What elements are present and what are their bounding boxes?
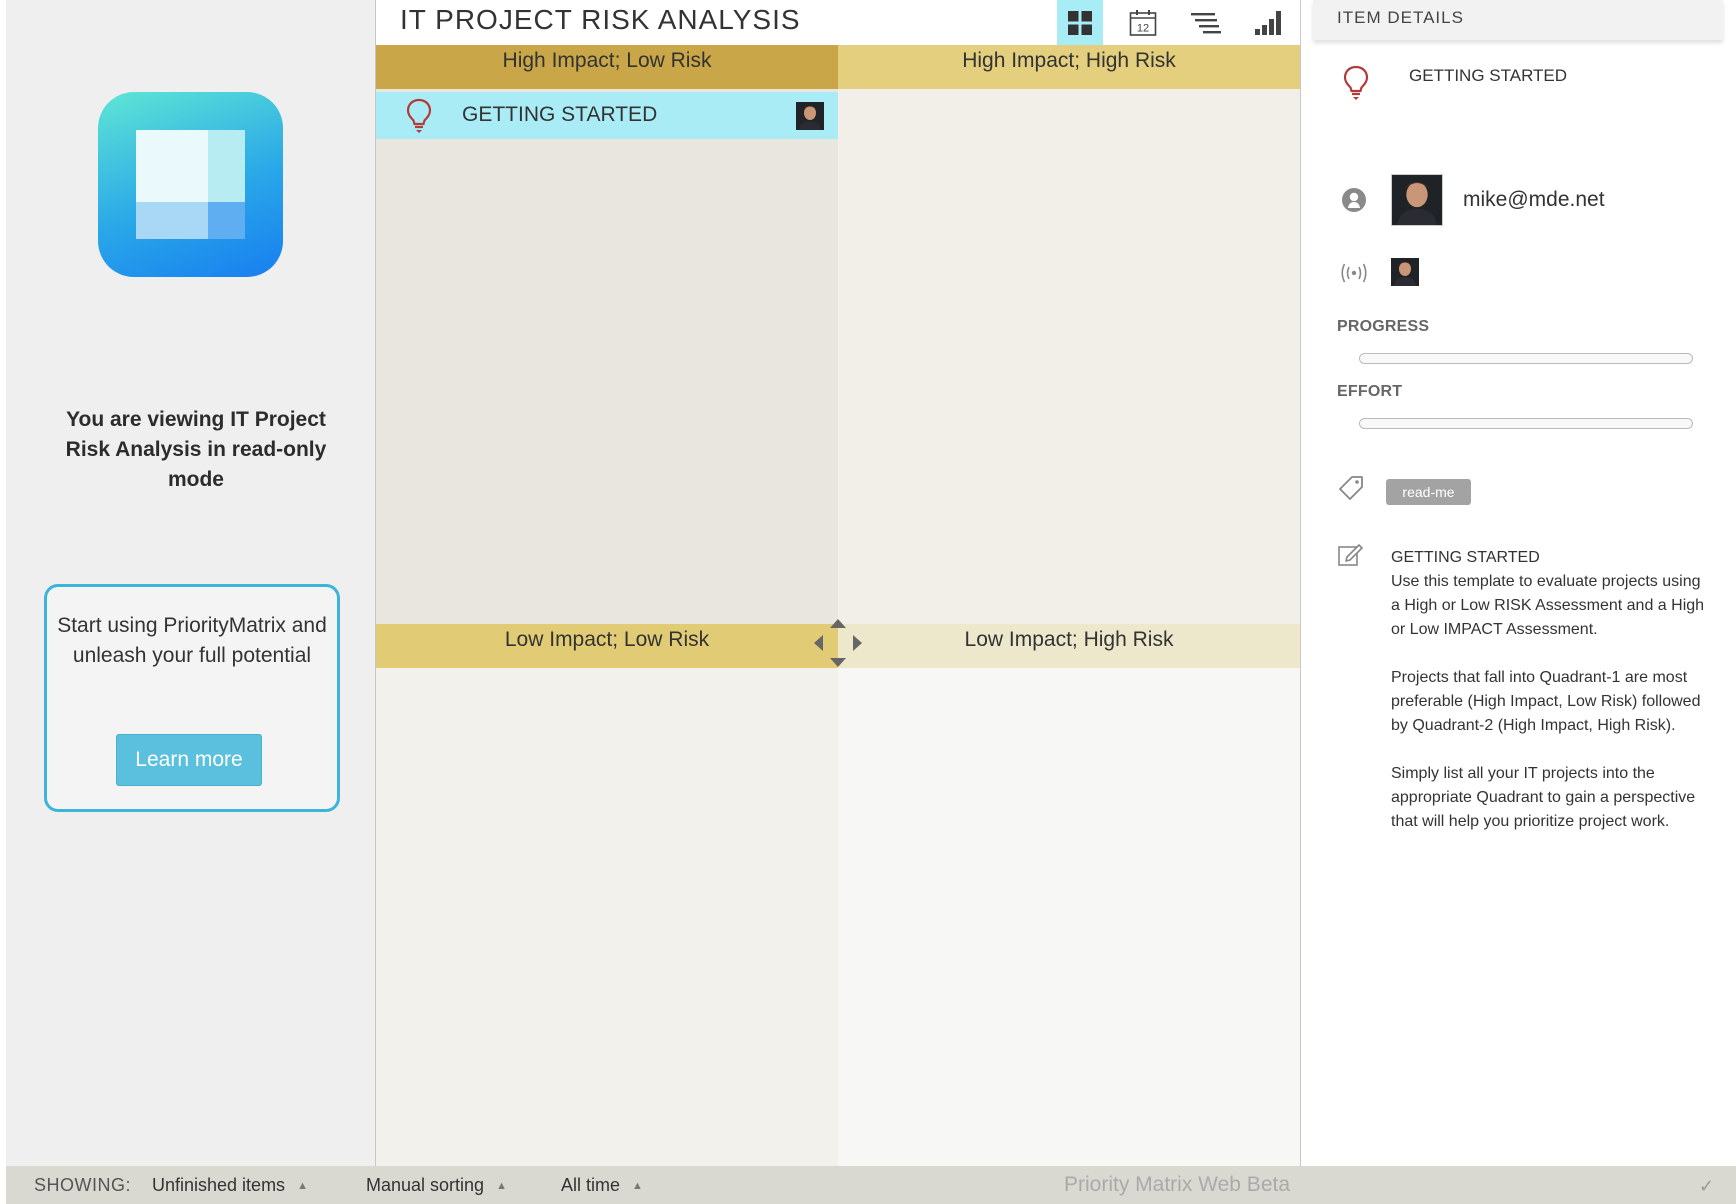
lightbulb-icon <box>406 98 432 133</box>
time-filter-label: All time <box>561 1175 621 1195</box>
showing-label: SHOWING: <box>34 1175 131 1195</box>
footer-bar: SHOWING: Unfinished items ▲ Manual sortin… <box>6 1166 1736 1204</box>
move-arrows-icon[interactable] <box>813 618 863 668</box>
item-title[interactable]: GETTING STARTED <box>1409 66 1567 86</box>
item-filter-label: Unfinished items <box>152 1175 286 1195</box>
owner-avatar[interactable] <box>1391 174 1443 226</box>
quadrant-3-header: Low Impact; Low Risk <box>376 624 838 668</box>
notes-paragraph-3: Simply list all your IT projects into th… <box>1391 765 1696 830</box>
sorting-dropdown[interactable]: Manual sorting ▲ <box>366 1175 507 1196</box>
matrix-panel: IT PROJECT RISK ANALYSIS 12 High Impact;… <box>375 0 1301 1166</box>
task-item[interactable]: GETTING STARTED <box>376 92 838 139</box>
progress-label: PROGRESS <box>1337 318 1430 335</box>
item-details-panel: ITEM DETAILS GETTING STARTED mike@mde.ne… <box>1301 0 1736 1166</box>
details-title: ITEM DETAILS <box>1337 8 1464 27</box>
promo-box: Start using PriorityMatrix and unleash y… <box>44 584 340 812</box>
caret-up-icon: ▲ <box>496 1180 507 1192</box>
effort-slider[interactable] <box>1359 418 1693 429</box>
time-filter-dropdown[interactable]: All time ▲ <box>561 1175 643 1196</box>
item-notes: GETTING STARTED Use this template to eva… <box>1391 546 1711 858</box>
gantt-icon <box>1191 12 1221 33</box>
gantt-view-button[interactable] <box>1183 0 1229 45</box>
bar-chart-icon <box>1255 10 1281 35</box>
lightbulb-icon <box>1343 65 1369 100</box>
avatar <box>796 102 824 130</box>
effort-label: EFFORT <box>1337 383 1403 400</box>
report-view-button[interactable] <box>1245 0 1291 45</box>
quadrant-2-header: High Impact; High Risk <box>838 45 1300 89</box>
check-icon[interactable]: ✓ <box>1699 1176 1714 1197</box>
progress-slider[interactable] <box>1359 353 1693 364</box>
quadrant-1-header: High Impact; Low Risk <box>376 45 838 89</box>
tag-badge[interactable]: read-me <box>1386 479 1471 505</box>
details-header: ITEM DETAILS <box>1313 0 1723 40</box>
quadrant-1[interactable]: High Impact; Low Risk GETTING STARTED <box>376 45 838 624</box>
notes-paragraph-1: GETTING STARTED Use this template to eva… <box>1391 549 1705 638</box>
tag-icon <box>1339 476 1363 500</box>
promo-text: Start using PriorityMatrix and unleash y… <box>57 614 327 667</box>
quadrant-2[interactable]: High Impact; High Risk <box>838 45 1300 624</box>
left-sidebar: You are viewing IT Project Risk Analysis… <box>6 0 376 1166</box>
edit-icon[interactable] <box>1337 542 1363 568</box>
quadrant-4[interactable]: Low Impact; High Risk <box>838 624 1300 1166</box>
calendar-icon: 12 <box>1129 9 1157 36</box>
task-title: GETTING STARTED <box>462 103 658 126</box>
footer-brand: Priority Matrix Web Beta <box>1064 1173 1291 1196</box>
owner-email: mike@mde.net <box>1463 188 1605 211</box>
sorting-label: Manual sorting <box>366 1175 485 1195</box>
app-logo <box>98 92 283 277</box>
readonly-message: You are viewing IT Project Risk Analysis… <box>65 408 327 491</box>
quadrant-3[interactable]: Low Impact; Low Risk <box>376 624 838 1166</box>
learn-more-button[interactable]: Learn more <box>116 734 262 786</box>
owner-icon <box>1342 188 1366 212</box>
broadcast-icon <box>1341 263 1367 283</box>
calendar-day-text: 12 <box>1137 22 1149 34</box>
caret-up-icon: ▲ <box>632 1180 643 1192</box>
notes-paragraph-2: Projects that fall into Quadrant-1 are m… <box>1391 669 1701 734</box>
calendar-view-button[interactable]: 12 <box>1120 0 1166 45</box>
caret-up-icon: ▲ <box>297 1180 308 1192</box>
follower-avatar[interactable] <box>1391 258 1419 286</box>
grid-icon <box>1068 10 1092 35</box>
page-title: IT PROJECT RISK ANALYSIS <box>400 4 801 35</box>
quadrant-4-header: Low Impact; High Risk <box>838 624 1300 668</box>
item-filter-dropdown[interactable]: Unfinished items ▲ <box>152 1175 308 1196</box>
matrix-view-button[interactable] <box>1057 0 1103 45</box>
